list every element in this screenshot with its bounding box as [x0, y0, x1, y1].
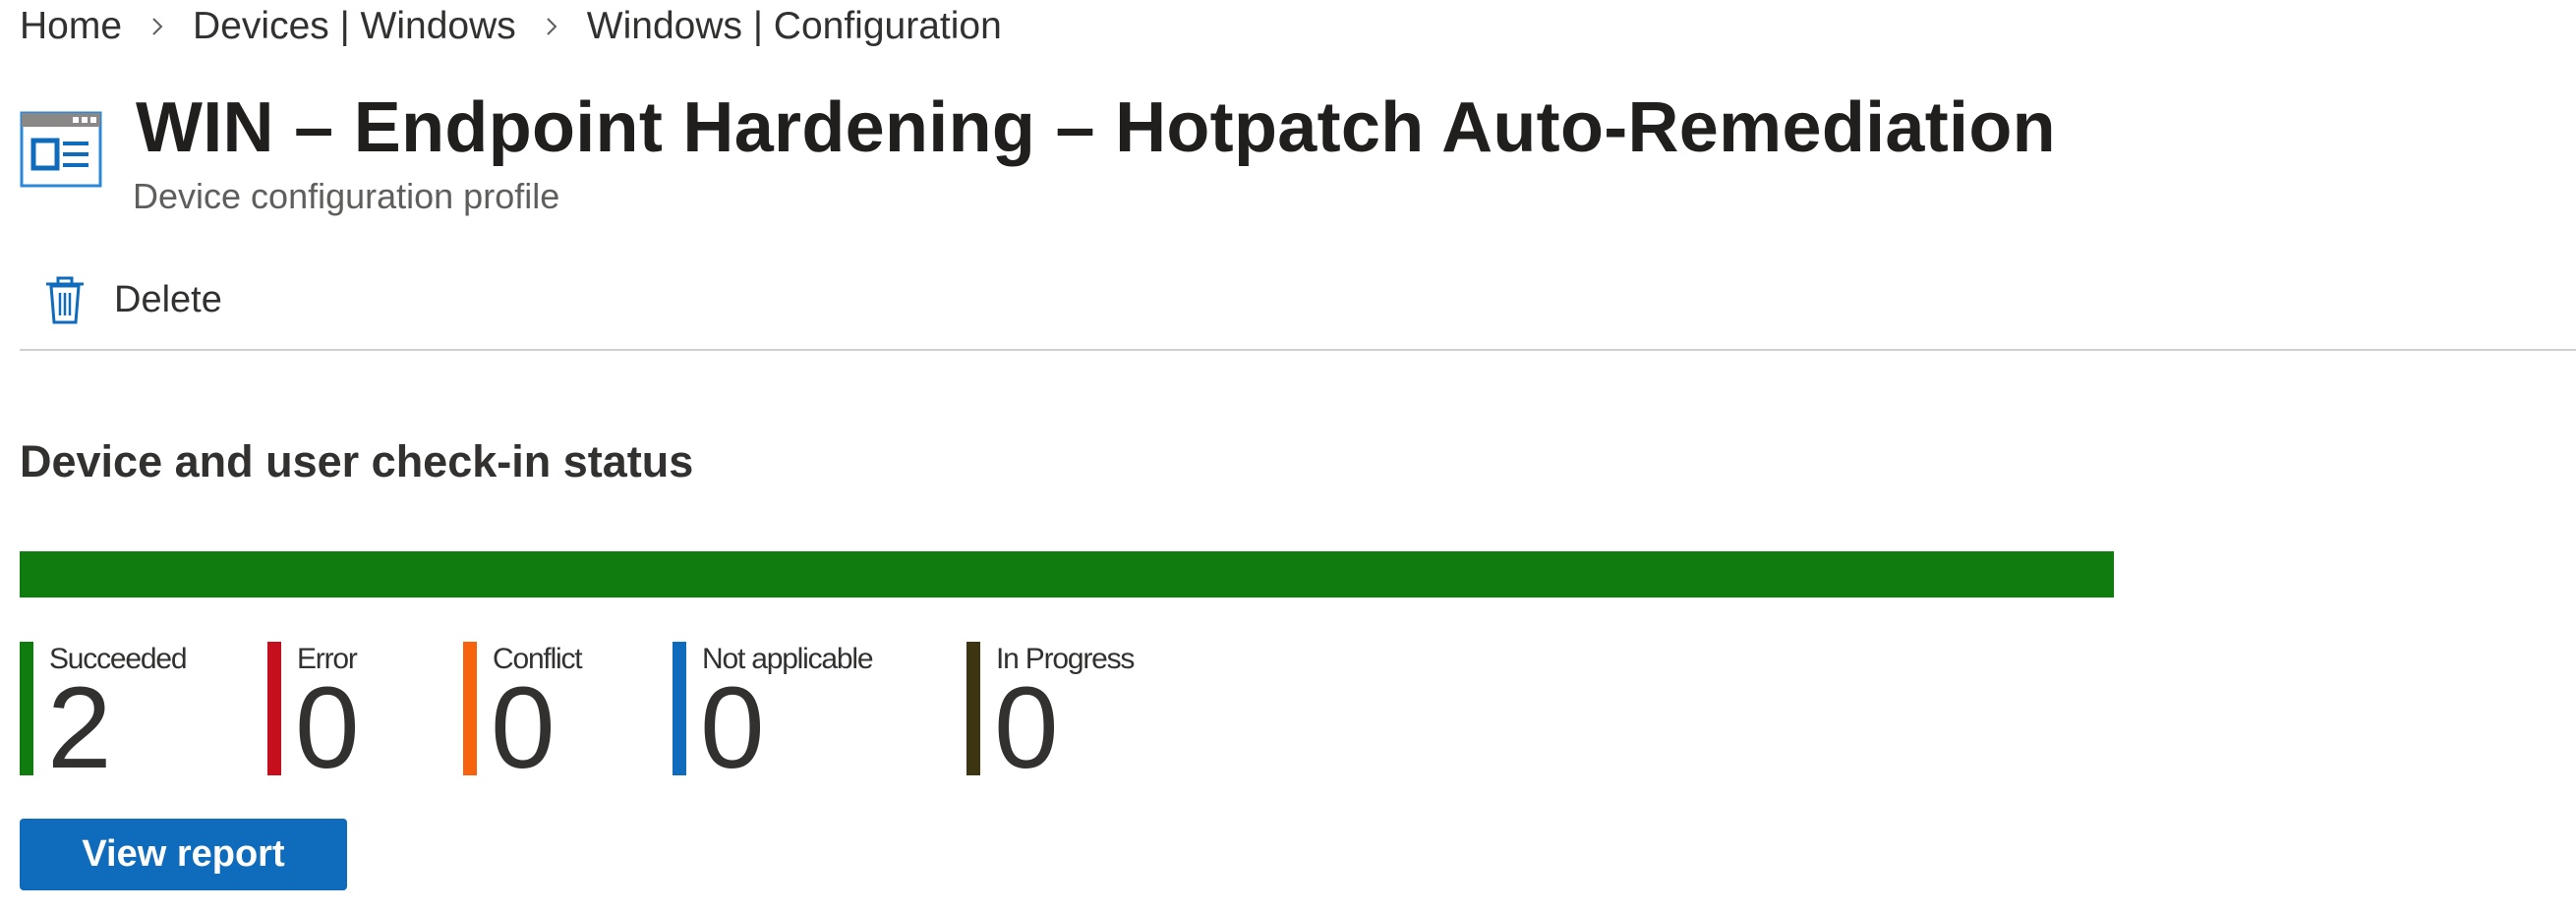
legend-value: 2	[47, 663, 112, 793]
breadcrumb-home[interactable]: Home	[20, 5, 122, 48]
page-title: WIN – Endpoint Hardening – Hotpatch Auto…	[136, 88, 2056, 167]
configuration-profile-icon	[20, 111, 102, 188]
view-report-button[interactable]: View report	[20, 819, 347, 890]
delete-button[interactable]: Delete	[20, 257, 238, 342]
divider	[20, 349, 2576, 351]
status-bar-segment-succeeded	[20, 551, 2114, 598]
legend-value: 0	[994, 663, 1059, 793]
legend-color-bar	[673, 642, 686, 775]
chevron-right-icon	[122, 7, 193, 46]
page: Home Devices | Windows Windows | Configu…	[0, 0, 2576, 911]
legend-color-bar	[966, 642, 980, 775]
delete-button-label: Delete	[114, 278, 222, 320]
breadcrumb-devices-windows[interactable]: Devices | Windows	[193, 5, 516, 48]
chevron-right-icon	[516, 7, 587, 46]
section-title: Device and user check-in status	[20, 436, 694, 486]
legend-color-bar	[463, 642, 477, 775]
page-subtitle: Device configuration profile	[133, 176, 560, 216]
legend-value: 0	[700, 663, 765, 793]
legend-color-bar	[20, 642, 33, 775]
legend-value: 0	[491, 663, 556, 793]
legend-value: 0	[295, 663, 360, 793]
breadcrumb-windows-configuration[interactable]: Windows | Configuration	[587, 5, 1002, 48]
trash-icon	[43, 274, 87, 325]
status-bar	[20, 551, 2114, 598]
command-bar: Delete	[20, 257, 238, 342]
legend-color-bar	[267, 642, 281, 775]
breadcrumb: Home Devices | Windows Windows | Configu…	[20, 0, 1002, 53]
